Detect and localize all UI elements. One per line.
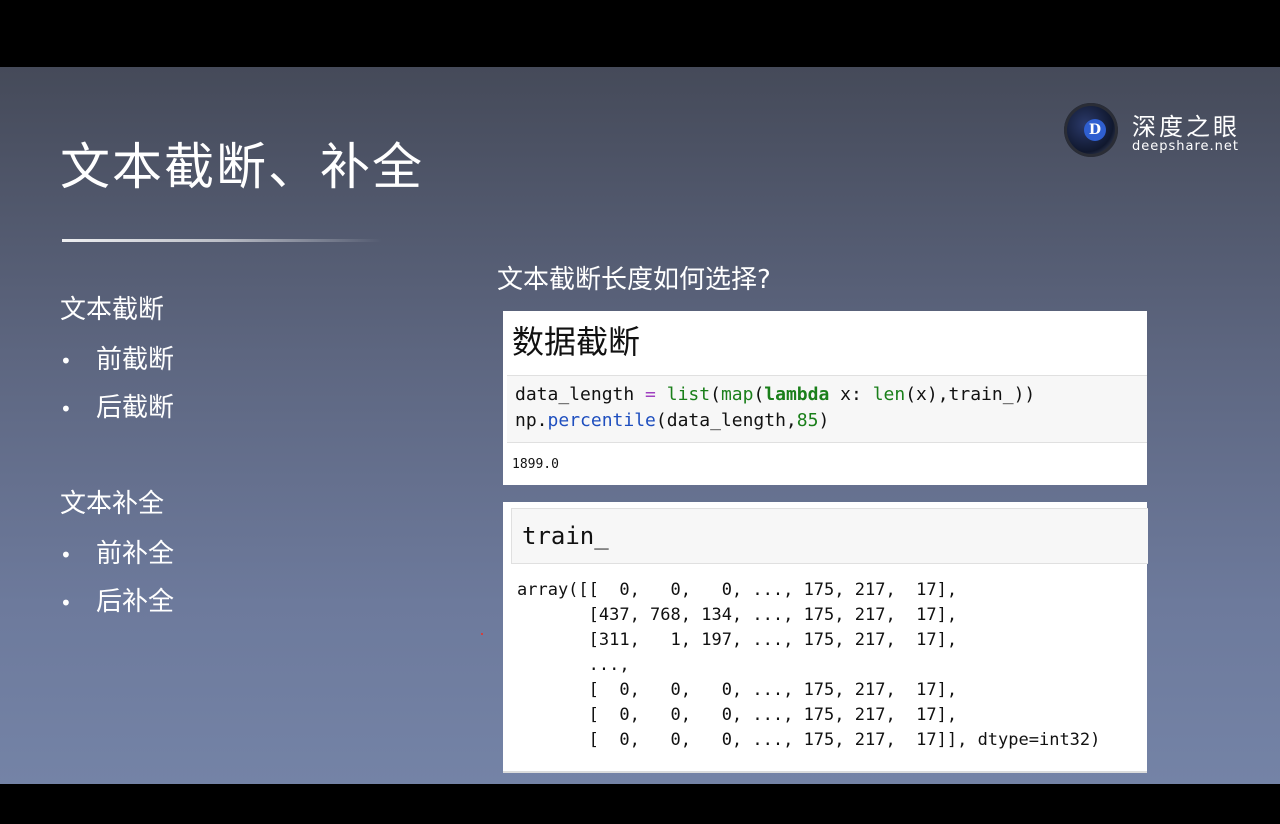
logo-text-cn: 深度之眼	[1132, 113, 1240, 141]
code-token: (	[710, 384, 721, 405]
array-line: [311, 1, 197, ..., 175, 217, 17],	[517, 630, 958, 650]
logo-eye-icon: D	[1064, 103, 1118, 157]
bullet-dot: •	[60, 349, 72, 373]
code-token: (data_length,	[655, 410, 797, 431]
bullet-text: 前补全	[96, 539, 175, 569]
bullet-dot: •	[60, 543, 72, 567]
section-padding: 文本补全	[60, 489, 165, 519]
code-token: 85	[796, 410, 819, 431]
question-heading: 文本截断长度如何选择?	[497, 265, 771, 295]
section-truncation: 文本截断	[60, 295, 165, 325]
code-token: lambda	[764, 384, 830, 405]
code-token: percentile	[547, 410, 656, 431]
bullet-item: • 前截断	[60, 339, 174, 376]
code-block: data_length = list(map(lambda x: len(x),…	[515, 382, 1035, 434]
cell-bottom-border	[503, 771, 1147, 773]
slide: 文本截断、补全 D 深度之眼 deepshare.net 文本截断 • 前截断 •…	[0, 67, 1280, 784]
code-token: (x),train_))	[905, 384, 1036, 405]
notebook-screenshot-array: train_ array([[ 0, 0, 0, ..., 175, 217, …	[503, 502, 1148, 773]
bullet-dot: •	[60, 397, 72, 421]
title-divider	[62, 239, 382, 242]
array-line: [ 0, 0, 0, ..., 175, 217, 17],	[517, 705, 958, 725]
array-output: array([[ 0, 0, 0, ..., 175, 217, 17], [4…	[517, 578, 1100, 753]
code-token: list	[666, 384, 711, 405]
notebook-heading: 数据截断	[512, 323, 641, 361]
code-token: (	[753, 384, 765, 405]
code-token: x:	[829, 384, 873, 405]
array-line: array([[ 0, 0, 0, ..., 175, 217, 17],	[517, 580, 958, 600]
code-token: )	[818, 410, 830, 431]
code-input-cell: data_length = list(map(lambda x: len(x),…	[507, 375, 1147, 443]
bullet-text: 后补全	[96, 587, 175, 617]
bullet-item: • 后补全	[60, 581, 174, 618]
bullet-item: • 前补全	[60, 533, 174, 570]
code-token: np.	[515, 410, 548, 431]
bullet-item: • 后截断	[60, 387, 174, 424]
code-input-cell: train_	[511, 508, 1148, 564]
bullet-text: 后截断	[96, 393, 175, 423]
code-token: =	[645, 384, 656, 405]
code-token: len	[872, 384, 906, 405]
slide-title: 文本截断、补全	[60, 138, 424, 196]
deepshare-logo: D 深度之眼 deepshare.net	[1064, 103, 1254, 159]
code-output: 1899.0	[512, 457, 559, 472]
logo-text-en: deepshare.net	[1132, 139, 1240, 154]
code-token: map	[720, 384, 754, 405]
array-line: ...,	[517, 655, 630, 675]
code-input: train_	[522, 522, 609, 550]
bullet-text: 前截断	[96, 345, 175, 375]
array-line: [ 0, 0, 0, ..., 175, 217, 17]], dtype=in…	[517, 730, 1101, 750]
array-line: [ 0, 0, 0, ..., 175, 217, 17],	[517, 680, 958, 700]
logo-mark: D	[1084, 119, 1106, 141]
array-line: [437, 768, 134, ..., 175, 217, 17],	[517, 605, 958, 625]
notebook-screenshot-truncation: 数据截断 data_length = list(map(lambda x: le…	[503, 311, 1147, 485]
code-token: data_length	[515, 384, 646, 405]
bullet-dot: •	[60, 591, 72, 615]
stray-dot	[481, 633, 483, 635]
